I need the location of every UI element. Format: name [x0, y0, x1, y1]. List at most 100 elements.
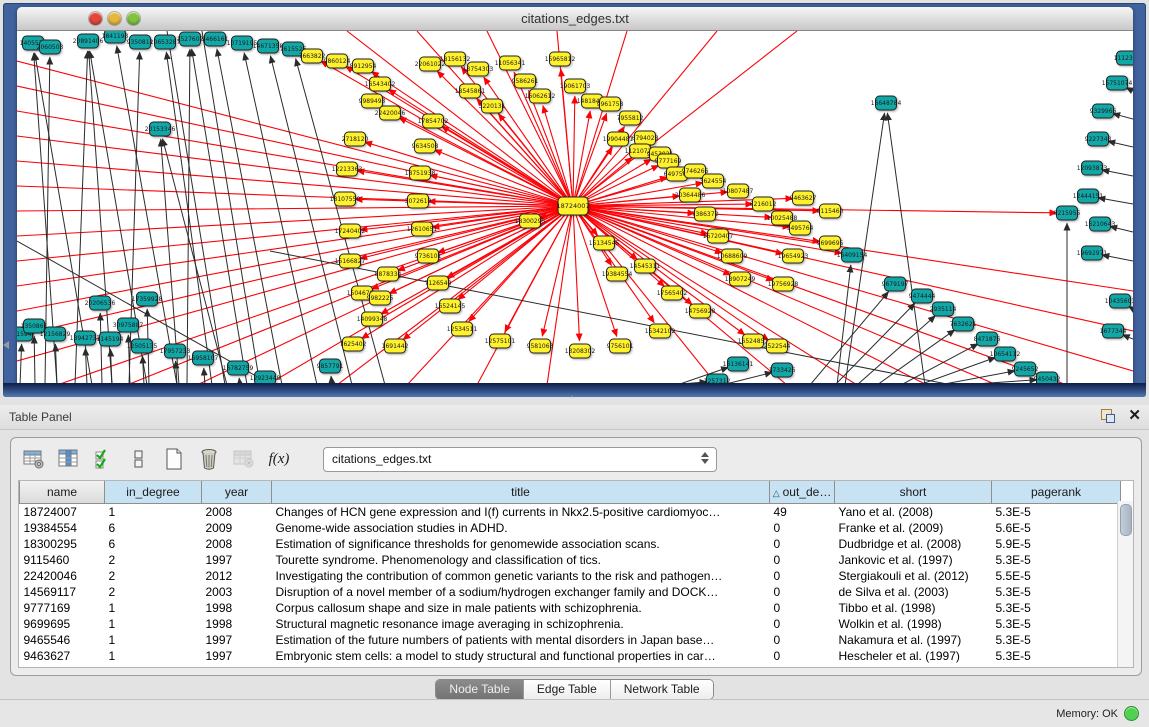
graph-node[interactable]: 7625402: [340, 337, 367, 351]
table-cell[interactable]: Tibbo et al. (1998): [835, 600, 992, 616]
scrollbar-thumb[interactable]: [1120, 504, 1132, 536]
table-cell[interactable]: 0: [770, 584, 835, 600]
graph-node[interactable]: 1733426: [769, 363, 796, 377]
graph-node[interactable]: 16958107: [188, 351, 219, 365]
table-cell[interactable]: Structural magnetic resonance image aver…: [272, 616, 770, 632]
table-cell[interactable]: Corpus callosum shape and size in male p…: [272, 600, 770, 616]
graph-node[interactable]: 9736101: [415, 249, 442, 263]
graph-node[interactable]: 8215955: [1054, 206, 1081, 220]
graph-node[interactable]: 17957233: [160, 344, 191, 358]
graph-node[interactable]: 9634508: [412, 139, 439, 153]
graph-node[interactable]: 19904481: [603, 132, 634, 146]
graph-node[interactable]: 13208302: [565, 344, 596, 358]
table-cell[interactable]: 1997: [202, 632, 272, 648]
table-row[interactable]: 977716911998Corpus callosum shape and si…: [20, 600, 1121, 616]
graph-node[interactable]: 20891406: [73, 34, 104, 48]
graph-node[interactable]: 15342102: [645, 324, 676, 338]
graph-node[interactable]: 18545861: [455, 84, 486, 98]
function-builder-button[interactable]: f(x): [266, 446, 292, 472]
graph-node[interactable]: 9586261: [512, 74, 539, 88]
table-row[interactable]: 1872400712008Changes of HCN gene express…: [20, 504, 1121, 521]
graph-node[interactable]: 9982225: [367, 291, 394, 305]
table-cell[interactable]: Investigating the contribution of common…: [272, 568, 770, 584]
column-header-title[interactable]: title: [272, 481, 770, 504]
table-cell[interactable]: 5.6E-5: [992, 520, 1121, 536]
graph-node[interactable]: 1257312: [704, 374, 731, 385]
splitter-collapse-arrow[interactable]: [3, 341, 9, 349]
table-row[interactable]: 946554611997Estimation of the future num…: [20, 632, 1121, 648]
table-scrollbar[interactable]: [1117, 501, 1133, 667]
table-cell[interactable]: 9777169: [20, 600, 105, 616]
table-cell[interactable]: 0: [770, 552, 835, 568]
table-settings-button[interactable]: [21, 446, 47, 472]
graph-node[interactable]: 2060503: [37, 40, 64, 54]
table-row[interactable]: 1830029562008Estimation of significance …: [20, 536, 1121, 552]
graph-node[interactable]: 1527602: [177, 32, 204, 46]
table-cell[interactable]: 5.5E-5: [992, 568, 1121, 584]
table-cell[interactable]: 0: [770, 520, 835, 536]
graph-node[interactable]: 9227343: [1085, 132, 1112, 146]
table-row[interactable]: 969969511998Structural magnetic resonanc…: [20, 616, 1121, 632]
graph-node[interactable]: 20206536: [85, 296, 116, 310]
table-cell[interactable]: Dudbridge et al. (2008): [835, 536, 992, 552]
table-cell[interactable]: 2: [105, 552, 202, 568]
table-row[interactable]: 1456911722003Disruption of a novel membe…: [20, 584, 1121, 600]
graph-node[interactable]: 9961758: [597, 97, 624, 111]
graph-node[interactable]: 8878334: [375, 267, 402, 281]
graph-node[interactable]: 16136141: [723, 357, 754, 371]
network-canvas[interactable]: 1405571206050320891406184119393508121065…: [17, 31, 1133, 385]
graph-node[interactable]: 9495764: [787, 221, 814, 235]
graph-node[interactable]: 7663822: [299, 49, 326, 63]
graph-node[interactable]: 8471876: [974, 332, 1001, 346]
graph-node[interactable]: 9699695: [817, 236, 844, 250]
table-cell[interactable]: 2: [105, 568, 202, 584]
graph-node[interactable]: 9679197: [882, 277, 909, 291]
table-cell[interactable]: 2012: [202, 568, 272, 584]
table-cell[interactable]: 2003: [202, 584, 272, 600]
table-cell[interactable]: 0: [770, 600, 835, 616]
graph-node[interactable]: 17240402: [335, 224, 366, 238]
graph-node[interactable]: 9777169: [655, 154, 682, 168]
table-cell[interactable]: 1: [105, 504, 202, 521]
graph-node[interactable]: 9329966: [1090, 104, 1117, 118]
graph-node[interactable]: 18107550: [330, 192, 361, 206]
graph-node[interactable]: 12093873: [1077, 161, 1108, 175]
graph-node[interactable]: 12534511: [447, 322, 478, 336]
tab-node-table[interactable]: Node Table: [436, 680, 524, 699]
table-cell[interactable]: Tourette syndrome. Phenomenology and cla…: [272, 552, 770, 568]
table-row[interactable]: 911546021997Tourette syndrome. Phenomeno…: [20, 552, 1121, 568]
graph-node[interactable]: 17854702: [418, 114, 449, 128]
graph-node[interactable]: 2935114: [930, 302, 957, 316]
graph-node[interactable]: 9450432: [1034, 372, 1061, 385]
table-cell[interactable]: 1: [105, 600, 202, 616]
table-cell[interactable]: 0: [770, 616, 835, 632]
table-cell[interactable]: Disruption of a novel member of a sodium…: [272, 584, 770, 600]
graph-node[interactable]: 3072610: [405, 194, 432, 208]
table-cell[interactable]: 5.3E-5: [992, 616, 1121, 632]
graph-node[interactable]: 19756928: [768, 277, 799, 291]
graph-node[interactable]: 12444151: [1073, 189, 1104, 203]
graph-node[interactable]: 6794028: [632, 131, 659, 145]
table-cell[interactable]: 14569117: [20, 584, 105, 600]
graph-node[interactable]: 9474444: [909, 289, 936, 303]
delete-column-button[interactable]: [196, 446, 222, 472]
network-graph[interactable]: 1405571206050320891406184119393508121065…: [17, 31, 1133, 385]
graph-node[interactable]: 9756101: [607, 339, 634, 353]
table-cell[interactable]: Estimation of the future numbers of pati…: [272, 632, 770, 648]
graph-node[interactable]: 11056341: [495, 56, 526, 70]
float-panel-icon[interactable]: [1100, 408, 1116, 424]
graph-node[interactable]: 9581063: [527, 339, 554, 353]
column-header-out_de[interactable]: △out_de…: [770, 481, 835, 504]
graph-node[interactable]: 9466161: [202, 32, 229, 46]
splitter-handle-icon[interactable]: ⌃: [568, 395, 576, 404]
table-cell[interactable]: Stergiakouli et al. (2012): [835, 568, 992, 584]
horizontal-splitter[interactable]: ⌃: [0, 397, 1149, 405]
graph-node[interactable]: 9989493: [359, 94, 386, 108]
table-cell[interactable]: 2008: [202, 504, 272, 521]
column-select-button[interactable]: [56, 446, 82, 472]
graph-node[interactable]: 8912954: [350, 59, 377, 73]
table-cell[interactable]: Hescheler et al. (1997): [835, 648, 992, 664]
table-row[interactable]: 2242004622012Investigating the contribut…: [20, 568, 1121, 584]
graph-node[interactable]: 1112383: [1114, 51, 1133, 65]
table-row[interactable]: 1938455462009Genome-wide association stu…: [20, 520, 1121, 536]
